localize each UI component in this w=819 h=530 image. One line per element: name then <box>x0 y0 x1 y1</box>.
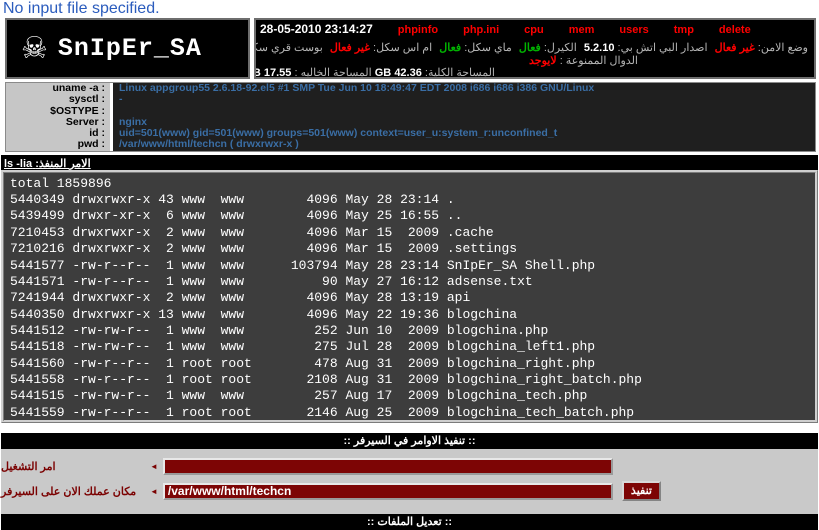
listing-line: 5441558 -rw-r--r-- 1 root root 2108 Aug … <box>10 372 815 388</box>
execute-commands-section-title: :: تنفيذ الاوامر في السيرفر :: <box>1 433 818 449</box>
sysctl-value: - <box>113 94 815 105</box>
status-php-version: اصدار البي اتش بي: 5.2.10 <box>584 42 708 54</box>
php-notice: No input file specified. <box>0 0 819 17</box>
executed-command-bar: الامر المنفذ: ls -lia <box>1 155 818 170</box>
directory-listing-output[interactable]: total 18598965440349 drwxrwxr-x 43 www w… <box>1 170 818 423</box>
listing-line: 5441559 -rw-r--r-- 1 root root 2146 Aug … <box>10 405 815 421</box>
table-row-pwd: pwd : /var/www/html/techcn ( drwxrwxr-x … <box>6 139 815 150</box>
command-form: امر التشغيل ◄ مكان عملك الان على السيرفر… <box>1 449 818 514</box>
working-directory-label: مكان عملك الان على السيرفر <box>1 485 146 498</box>
status-curl: الكيرل: فعال <box>519 42 577 54</box>
table-row-server: Server : nginx <box>6 117 815 128</box>
link-delete[interactable]: delete <box>719 24 751 36</box>
header-nav: 28-05-2010 23:14:27 phpinfo php.ini cpu … <box>260 22 808 36</box>
link-phpinfo[interactable]: phpinfo <box>398 24 438 36</box>
status-postgresql: بوست قري سكل: غير فعال <box>254 42 323 54</box>
link-php-ini[interactable]: php.ini <box>463 24 499 36</box>
listing-line: 7241944 drwxrwxr-x 2 www www 4096 May 28… <box>10 290 815 306</box>
listing-line: 5441571 -rw-r--r-- 1 www www 90 May 27 1… <box>10 274 815 290</box>
listing-line: 5441515 -rw-rw-r-- 1 www www 257 Aug 17 … <box>10 388 815 404</box>
link-cpu[interactable]: cpu <box>524 24 544 36</box>
listing-line: 5441518 -rw-rw-r-- 1 www www 275 Jul 28 … <box>10 339 815 355</box>
uname-value: Linux appgroup55 2.6.18-92.el5 #1 SMP Tu… <box>113 83 815 94</box>
server-value: nginx <box>113 117 815 128</box>
system-info-table: uname -a : Linux appgroup55 2.6.18-92.el… <box>5 82 816 152</box>
listing-line: total 1859896 <box>10 176 815 192</box>
server-info-box: 28-05-2010 23:14:27 phpinfo php.ini cpu … <box>254 18 816 79</box>
listing-line: 5439499 drwxr-xr-x 6 www www 4096 May 25… <box>10 208 815 224</box>
sysctl-label: sysctl : <box>6 94 110 105</box>
status-mysql: ماي سكل: فعال <box>439 42 512 54</box>
status-safe-mode: وضع الامن: غير فعال <box>715 42 808 54</box>
ostype-value <box>113 106 815 117</box>
edit-files-section-title: :: تعديل الملفات :: <box>1 514 818 530</box>
logo-box: ☠ SnIpEr_SA <box>5 18 250 79</box>
run-command-label: امر التشغيل <box>1 460 146 473</box>
disabled-functions-line: الدوال الممنوعة : لايوجد <box>260 55 808 68</box>
table-row-sysctl: sysctl : - <box>6 94 815 105</box>
run-command-input[interactable] <box>163 458 613 475</box>
arrow-icon: ◄ <box>150 462 158 471</box>
shell-title: SnIpEr_SA <box>58 34 202 63</box>
table-row-uname: uname -a : Linux appgroup55 2.6.18-92.el… <box>6 83 815 94</box>
link-users[interactable]: users <box>619 24 648 36</box>
arrow-icon: ◄ <box>150 487 158 496</box>
listing-line: 5441512 -rw-rw-r-- 1 www www 252 Jun 10 … <box>10 323 815 339</box>
disk-space-line: المساحة الكلية: 42.36 GB المساحة الخاليه… <box>260 67 808 79</box>
status-mssql: ام اس سكل: غير فعال <box>330 42 432 54</box>
listing-line: 5441577 -rw-r--r-- 1 www www 103794 May … <box>10 258 815 274</box>
security-status-line: وضع الامن: غير فعال اصدار البي اتش بي: 5… <box>260 42 808 55</box>
listing-line: 5440349 drwxrwxr-x 43 www www 4096 May 2… <box>10 192 815 208</box>
id-value: uid=501(www) gid=501(www) groups=501(www… <box>113 128 815 139</box>
listing-line: 5441560 -rw-r--r-- 1 root root 478 Aug 3… <box>10 356 815 372</box>
server-datetime: 28-05-2010 23:14:27 <box>260 22 373 36</box>
pwd-value: /var/www/html/techcn ( drwxrwxr-x ) <box>113 139 815 150</box>
listing-line: 7210216 drwxrwxr-x 2 www www 4096 Mar 15… <box>10 241 815 257</box>
executed-command-text: الامر المنفذ: ls -lia <box>4 157 91 172</box>
listing-text: total 18598965440349 drwxrwxr-x 43 www w… <box>10 176 815 421</box>
link-tmp[interactable]: tmp <box>674 24 694 36</box>
listing-line: 7210453 drwxrwxr-x 2 www www 4096 Mar 15… <box>10 225 815 241</box>
table-row-id: id : uid=501(www) gid=501(www) groups=50… <box>6 128 815 139</box>
skull-icon: ☠ <box>21 34 48 64</box>
pwd-label: pwd : <box>6 139 110 150</box>
working-directory-input[interactable] <box>163 483 613 500</box>
run-command-row: امر التشغيل ◄ <box>1 457 818 476</box>
working-directory-row: مكان عملك الان على السيرفر ◄ تنفيذ <box>1 482 818 501</box>
listing-line: 5440350 drwxrwxr-x 13 www www 4096 May 2… <box>10 307 815 323</box>
table-row-ostype: $OSTYPE : <box>6 106 815 117</box>
execute-button[interactable]: تنفيذ <box>622 481 661 501</box>
link-mem[interactable]: mem <box>569 24 595 36</box>
header: ☠ SnIpEr_SA 28-05-2010 23:14:27 phpinfo … <box>5 18 816 79</box>
